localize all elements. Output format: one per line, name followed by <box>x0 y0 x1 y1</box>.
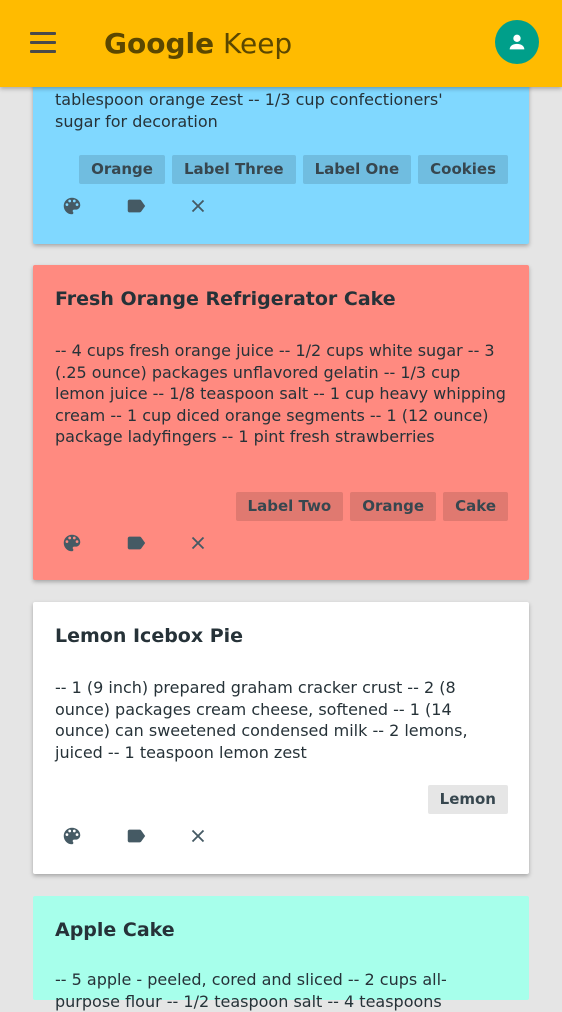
label-chip[interactable]: Orange <box>350 492 437 521</box>
close-icon[interactable] <box>187 195 209 217</box>
label-chip[interactable]: Cake <box>443 492 508 521</box>
label-chip[interactable]: Label One <box>302 155 412 184</box>
brand-google: Google <box>104 27 215 60</box>
note-body: -- 5 apple - peeled, cored and sliced --… <box>55 970 447 1011</box>
note-actions <box>61 195 221 219</box>
note-labels: Label Two Orange Cake <box>235 492 508 521</box>
note-labels: Lemon <box>427 785 508 814</box>
note-body: -- 4 cups fresh orange juice -- 1/2 cups… <box>55 341 506 447</box>
note-card[interactable]: Apple Cake -- 5 apple - peeled, cored an… <box>33 896 529 1011</box>
close-icon[interactable] <box>187 825 209 847</box>
palette-icon[interactable] <box>61 825 83 847</box>
close-icon[interactable] <box>187 532 209 554</box>
note-title: Fresh Orange Refrigerator Cake <box>55 288 396 310</box>
note-body-line: tablespoon orange zest -- 1/3 cup confec… <box>55 90 443 109</box>
label-chip[interactable]: Label Three <box>171 155 296 184</box>
account-avatar[interactable] <box>495 20 539 64</box>
note-body-line: sugar for decoration <box>55 111 218 131</box>
brand-keep: Keep <box>223 27 293 60</box>
note-card[interactable]: Lemon Icebox Pie -- 1 (9 inch) prepared … <box>33 602 529 874</box>
label-icon[interactable] <box>124 825 146 847</box>
label-icon[interactable] <box>124 195 146 217</box>
label-chip[interactable]: Label Two <box>235 492 344 521</box>
label-icon[interactable] <box>124 532 146 554</box>
note-body: tablespoon orange zest -- 1/3 cup confec… <box>55 89 510 132</box>
note-actions <box>61 825 221 849</box>
note-body: -- 1 (9 inch) prepared graham cracker cr… <box>55 678 468 762</box>
label-chip[interactable]: Lemon <box>427 785 508 814</box>
label-chip[interactable]: Cookies <box>418 155 508 184</box>
app-bar: Google Keep <box>0 0 562 87</box>
app-title: Google Keep <box>104 24 292 64</box>
note-title: Lemon Icebox Pie <box>55 625 244 647</box>
note-title: Apple Cake <box>55 919 175 941</box>
note-labels: Orange Label Three Label One Cookies <box>79 155 508 184</box>
note-card[interactable]: Fresh Orange Refrigerator Cake -- 4 cups… <box>33 265 529 580</box>
palette-icon[interactable] <box>61 532 83 554</box>
menu-icon[interactable] <box>30 32 56 54</box>
person-icon <box>509 34 525 50</box>
note-actions <box>61 532 221 556</box>
palette-icon[interactable] <box>61 195 83 217</box>
label-chip[interactable]: Orange <box>79 155 165 184</box>
